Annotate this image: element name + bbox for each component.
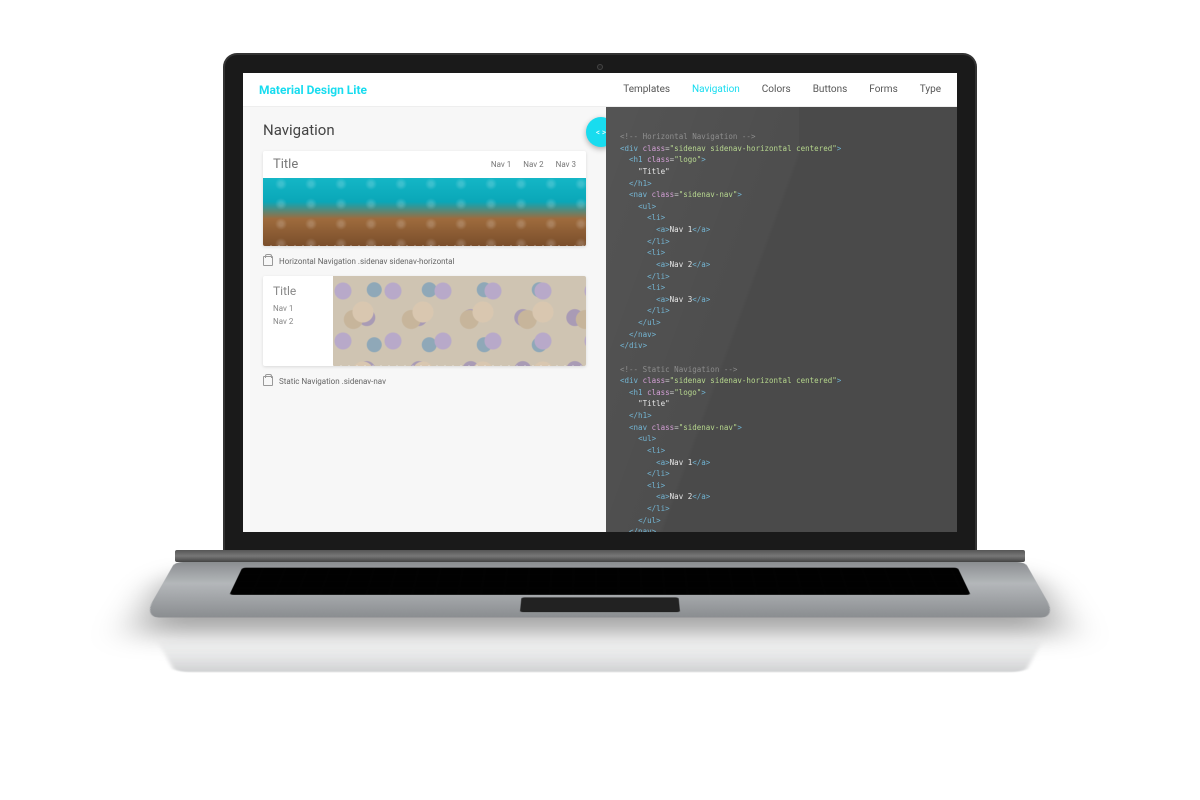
demo-caption-static: Static Navigation .sidenav-nav bbox=[263, 372, 586, 396]
demo-image-pebbles bbox=[333, 276, 586, 366]
menu-item-type[interactable]: Type bbox=[920, 84, 941, 95]
zigzag-edge bbox=[333, 363, 586, 366]
caption-text: Horizontal Navigation .sidenav sidenav-h… bbox=[279, 257, 454, 266]
demo-sidebar: Title Nav 1 Nav 2 bbox=[263, 276, 333, 366]
menu-item-colors[interactable]: Colors bbox=[762, 84, 791, 95]
main-menu: Templates Navigation Colors Buttons Forms Typ… bbox=[623, 84, 941, 95]
demo-title: Title bbox=[273, 284, 323, 298]
demo-card-header: Title Nav 1 Nav 2 Nav 3 bbox=[263, 151, 586, 178]
laptop-screen: Material Design Lite Templates Navigation… bbox=[225, 55, 975, 550]
laptop-camera bbox=[597, 64, 603, 70]
laptop-keyboard bbox=[229, 568, 970, 595]
demo-card-horizontal: Title Nav 1 Nav 2 Nav 3 bbox=[263, 151, 586, 246]
clipboard-icon[interactable] bbox=[263, 256, 273, 266]
code-panel[interactable]: <!-- Horizontal Navigation --> <div clas… bbox=[606, 107, 957, 532]
demo-image-ocean bbox=[263, 178, 586, 246]
demo-caption-horizontal: Horizontal Navigation .sidenav sidenav-h… bbox=[263, 252, 586, 276]
demo-nav-horizontal: Nav 1 Nav 2 Nav 3 bbox=[491, 160, 576, 169]
section-title: Navigation bbox=[263, 121, 586, 139]
demo-title: Title bbox=[273, 157, 298, 172]
brand-title[interactable]: Material Design Lite bbox=[259, 83, 367, 97]
demo-nav-item[interactable]: Nav 2 bbox=[523, 160, 543, 169]
menu-item-buttons[interactable]: Buttons bbox=[813, 84, 848, 95]
zigzag-edge bbox=[263, 243, 586, 246]
screen-glare bbox=[606, 107, 799, 532]
menu-item-navigation[interactable]: Navigation bbox=[692, 84, 740, 95]
menu-item-forms[interactable]: Forms bbox=[869, 84, 897, 95]
clipboard-icon[interactable] bbox=[263, 376, 273, 386]
demo-panel: Navigation < > Title Nav 1 Nav 2 Nav 3 Hor… bbox=[243, 107, 606, 532]
top-bar: Material Design Lite Templates Navigation… bbox=[243, 73, 957, 107]
app-window: Material Design Lite Templates Navigation… bbox=[243, 73, 957, 532]
demo-nav-item[interactable]: Nav 1 bbox=[491, 160, 511, 169]
laptop-trackpad bbox=[520, 597, 680, 612]
demo-nav-item[interactable]: Nav 3 bbox=[556, 160, 576, 169]
menu-item-templates[interactable]: Templates bbox=[623, 84, 670, 95]
laptop-hinge bbox=[175, 550, 1025, 562]
caption-text: Static Navigation .sidenav-nav bbox=[279, 377, 386, 386]
code-toggle-fab[interactable]: < > bbox=[586, 117, 606, 147]
laptop-reflection bbox=[157, 640, 1044, 672]
demo-nav-item[interactable]: Nav 2 bbox=[273, 317, 323, 326]
content-area: Navigation < > Title Nav 1 Nav 2 Nav 3 Hor… bbox=[243, 107, 957, 532]
laptop-base bbox=[143, 562, 1056, 617]
demo-card-static: Title Nav 1 Nav 2 bbox=[263, 276, 586, 366]
demo-nav-item[interactable]: Nav 1 bbox=[273, 304, 323, 313]
